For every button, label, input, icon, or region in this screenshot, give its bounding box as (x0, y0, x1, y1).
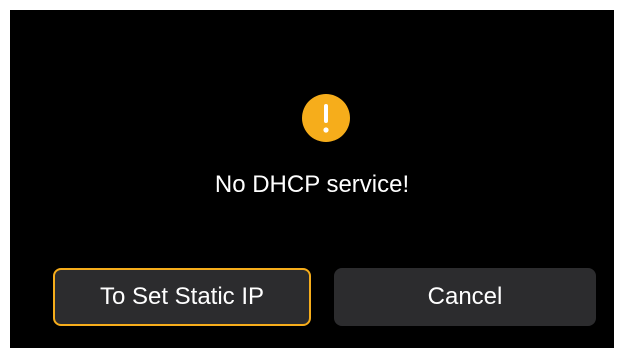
set-static-ip-button[interactable]: To Set Static IP (53, 268, 311, 326)
cancel-label: Cancel (427, 283, 503, 310)
dialog-message: No DHCP service! (214, 171, 410, 198)
no-dhcp-dialog: No DHCP service! To Set Static IP Cancel (10, 10, 614, 348)
set-static-ip-label: To Set Static IP (99, 283, 265, 310)
cancel-button[interactable]: Cancel (334, 268, 596, 326)
exclamation-glyph (323, 104, 329, 133)
warning-exclamation-icon (302, 94, 350, 142)
